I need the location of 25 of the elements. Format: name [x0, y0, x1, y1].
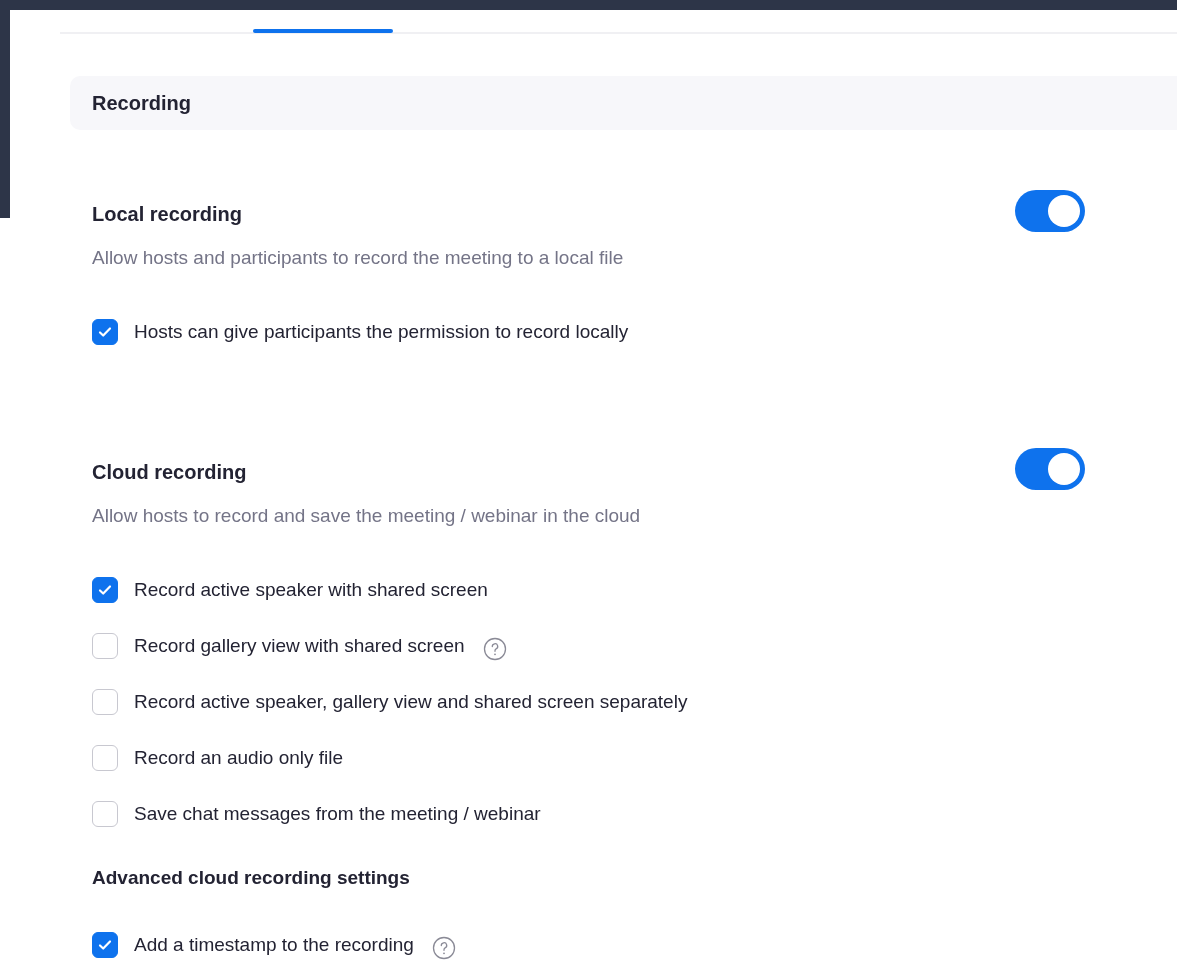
setting-title: Cloud recording: [92, 460, 247, 485]
setting-description: Allow hosts and participants to record the meeting to a local file: [92, 246, 625, 270]
toggle-switch[interactable]: [1015, 190, 1085, 232]
option-label: Record gallery view with shared screen: [134, 633, 465, 658]
checkbox[interactable]: [92, 577, 118, 603]
checkbox[interactable]: [92, 932, 118, 958]
check-icon: [97, 324, 113, 340]
section-header: Recording: [70, 76, 1177, 130]
checkbox[interactable]: [92, 745, 118, 771]
setting-title: Local recording: [92, 202, 243, 227]
checkbox[interactable]: [92, 801, 118, 827]
option-label: Record an audio only file: [134, 745, 344, 770]
checkbox[interactable]: [92, 633, 118, 659]
option-label: Add a timestamp to the recording: [134, 932, 414, 957]
option-label: Record active speaker with shared screen: [134, 577, 488, 602]
checkbox[interactable]: [92, 319, 118, 345]
option-label: Record active speaker, gallery view and shared screen separately: [134, 689, 688, 714]
toggle-switch[interactable]: [1015, 448, 1085, 490]
option-label: Save chat messages from the meeting / webinar: [134, 801, 541, 826]
checkbox[interactable]: [92, 689, 118, 715]
option-label: Hosts can give participants the permission to record locally: [134, 319, 629, 344]
check-icon: [97, 582, 113, 598]
setting-description: Allow hosts to record and save the meeting / webinar in the cloud: [92, 504, 642, 528]
check-icon: [97, 937, 113, 953]
subsection-title: Advanced cloud recording settings: [92, 866, 411, 890]
